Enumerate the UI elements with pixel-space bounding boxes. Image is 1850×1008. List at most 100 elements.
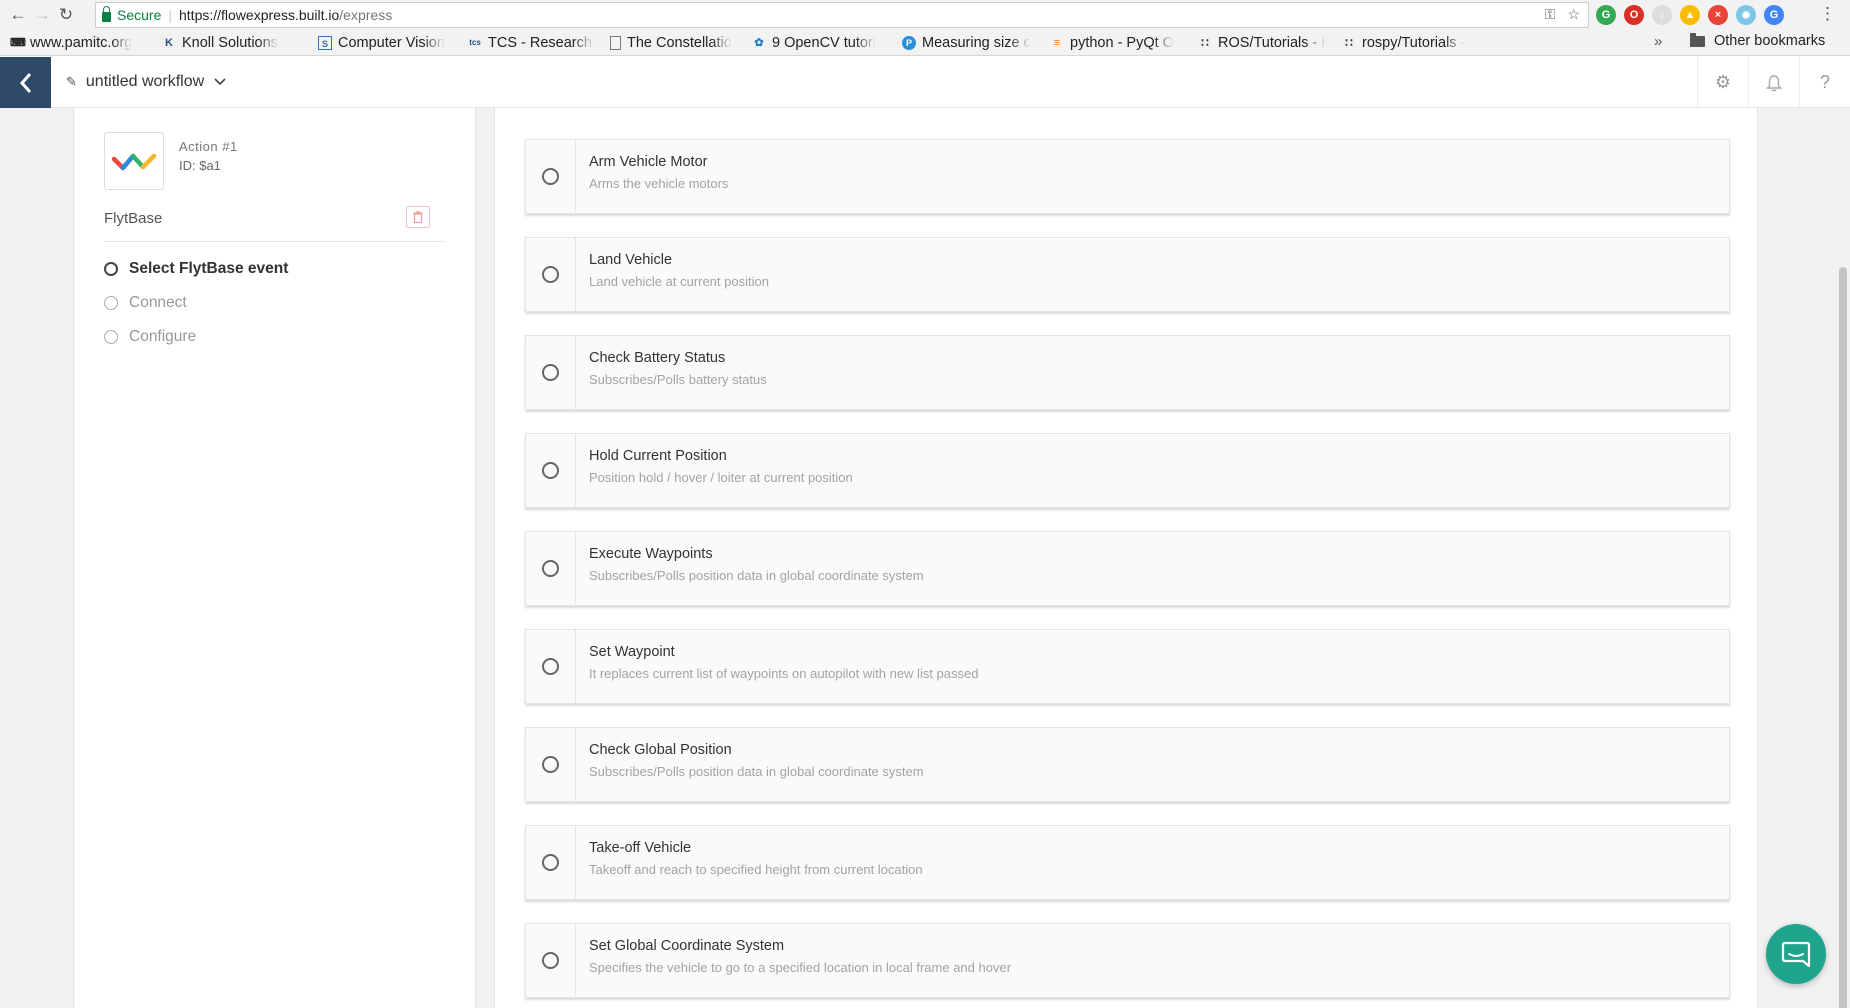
bookmark-item[interactable]: ≡ python - PyQt O xyxy=(1050,35,1182,51)
radio-column xyxy=(526,532,576,605)
forward-arrow-icon[interactable]: → xyxy=(30,3,54,27)
extension-green-icon[interactable]: G xyxy=(1596,5,1616,25)
event-option-check-battery-status[interactable]: Check Battery Status Subscribes/Polls bat… xyxy=(525,335,1730,410)
step-indicator-icon xyxy=(104,296,118,310)
radio-button[interactable] xyxy=(542,658,559,675)
extension-close-icon[interactable]: × xyxy=(1708,5,1728,25)
bookmark-item[interactable]: ✿ 9 OpenCV tutori xyxy=(752,35,886,51)
more-bookmarks-chevron-icon[interactable]: » xyxy=(1654,33,1662,50)
tcs-icon: tcs xyxy=(469,37,481,47)
extension-download-icon[interactable]: ↓ xyxy=(1652,5,1672,25)
event-option-set-global-coordinate-system[interactable]: Set Global Coordinate System Specifies th… xyxy=(525,923,1730,998)
step-connect[interactable]: Connect xyxy=(104,286,288,320)
step-label: Configure xyxy=(129,328,197,345)
radio-column xyxy=(526,924,576,997)
react-icon[interactable]: ✹ xyxy=(1736,5,1756,25)
drive-icon[interactable]: ▲ xyxy=(1680,5,1700,25)
lock-icon xyxy=(102,6,111,22)
bookmark-item[interactable]: K Knoll Solutions xyxy=(162,35,302,51)
setup-steps: Select FlytBase event Connect Configure xyxy=(104,252,288,354)
step-label: Connect xyxy=(129,294,187,311)
reload-icon[interactable]: ↻ xyxy=(54,3,78,27)
event-option-check-global-position[interactable]: Check Global Position Subscribes/Polls po… xyxy=(525,727,1730,802)
event-description: Specifies the vehicle to go to a specifi… xyxy=(589,960,1012,975)
key-icon[interactable]: ⚿ xyxy=(1545,6,1556,23)
address-bar[interactable]: Secure | https://flowexpress.built.io/ex… xyxy=(95,2,1589,28)
chat-launcher-button[interactable] xyxy=(1766,924,1826,984)
chevron-left-icon xyxy=(19,72,31,93)
radio-column xyxy=(526,630,576,703)
back-arrow-icon[interactable]: ← xyxy=(6,3,30,27)
radio-button[interactable] xyxy=(542,266,559,283)
extension-icons: G O ↓ ▲ × ✹ G xyxy=(1596,5,1784,25)
page-scrollbar[interactable] xyxy=(1836,267,1850,1008)
event-panel: Arm Vehicle Motor Arms the vehicle motors… xyxy=(494,108,1758,1008)
chat-icon xyxy=(1781,941,1811,968)
folder-icon xyxy=(1690,32,1705,47)
scrollbar-thumb[interactable] xyxy=(1839,267,1847,1008)
help-button[interactable]: ? xyxy=(1799,57,1850,108)
gear-icon: ⚙ xyxy=(1714,72,1732,92)
secure-label: Secure xyxy=(117,7,162,23)
ros-icon: ∷ xyxy=(1345,35,1353,50)
bookmark-item[interactable]: P Measuring size c xyxy=(902,35,1034,51)
action-card: Action #1 ID: $a1 FlytBase xyxy=(104,132,446,242)
radio-button[interactable] xyxy=(542,560,559,577)
bookmark-star-icon[interactable]: ☆ xyxy=(1567,6,1580,23)
ros-icon: ∷ xyxy=(1201,35,1209,50)
extension-red-icon[interactable]: O xyxy=(1624,5,1644,25)
pyimage-icon: P xyxy=(902,35,916,50)
bookmarks-bar: ⌨ www.pamitc.org K Knoll Solutions S Com… xyxy=(0,30,1850,56)
event-option-land-vehicle[interactable]: Land Vehicle Land vehicle at current posi… xyxy=(525,237,1730,312)
action-title: Action #1 xyxy=(179,139,238,154)
action-id: ID: $a1 xyxy=(179,158,221,173)
chevron-down-icon xyxy=(214,78,226,86)
bookmark-item[interactable]: ∷ rospy/Tutorials - xyxy=(1342,35,1478,51)
radio-button[interactable] xyxy=(542,952,559,969)
step-configure[interactable]: Configure xyxy=(104,320,288,354)
bookmark-label: Knoll Solutions xyxy=(182,34,278,51)
radio-button[interactable] xyxy=(542,462,559,479)
url-host: https://flowexpress.built.io xyxy=(179,7,340,23)
settings-button[interactable]: ⚙ xyxy=(1697,57,1748,108)
bookmark-label: 9 OpenCV tutori xyxy=(772,34,876,51)
workflow-title: untitled workflow xyxy=(85,73,205,90)
flytbase-logo xyxy=(104,132,164,190)
radio-column xyxy=(526,826,576,899)
opencv-icon: ✿ xyxy=(754,36,764,49)
event-description: It replaces current list of waypoints on… xyxy=(589,666,979,681)
event-option-hold-current-position[interactable]: Hold Current Position Position hold / hov… xyxy=(525,433,1730,508)
step-indicator-icon xyxy=(104,330,118,344)
event-option-execute-waypoints[interactable]: Execute Waypoints Subscribes/Polls positi… xyxy=(525,531,1730,606)
radio-button[interactable] xyxy=(542,168,559,185)
radio-button[interactable] xyxy=(542,756,559,773)
event-option-set-waypoint[interactable]: Set Waypoint It replaces current list of … xyxy=(525,629,1730,704)
radio-button[interactable] xyxy=(542,364,559,381)
bookmark-item[interactable]: tcs TCS - Research a xyxy=(468,35,594,51)
bookmark-item[interactable]: S Computer Vision xyxy=(318,35,452,51)
bookmark-label: www.pamitc.org xyxy=(30,34,133,51)
back-button[interactable] xyxy=(0,57,51,108)
radio-column xyxy=(526,434,576,507)
browser-menu-icon[interactable]: ⋮ xyxy=(1819,4,1836,24)
app-header: ✎ untitled workflow ⚙ ? xyxy=(0,57,1850,108)
event-option-arm-vehicle-motor[interactable]: Arm Vehicle Motor Arms the vehicle motors xyxy=(525,139,1730,214)
bookmark-label: ROS/Tutorials - F xyxy=(1218,34,1326,51)
translate-icon[interactable]: G xyxy=(1764,5,1784,25)
event-description: Land vehicle at current position xyxy=(589,274,769,289)
bookmark-item[interactable]: ⌨ www.pamitc.org xyxy=(10,35,146,51)
header-actions: ⚙ ? xyxy=(1697,57,1850,108)
other-bookmarks[interactable]: Other bookmarks xyxy=(1690,32,1825,49)
bookmark-item[interactable]: The Constellatio xyxy=(610,35,736,51)
pencil-icon: ✎ xyxy=(66,74,77,89)
notifications-button[interactable] xyxy=(1748,57,1799,108)
radio-button[interactable] xyxy=(542,854,559,871)
event-option-take-off-vehicle[interactable]: Take-off Vehicle Takeoff and reach to spe… xyxy=(525,825,1730,900)
event-description: Subscribes/Polls position data in global… xyxy=(589,568,924,583)
event-name: Take-off Vehicle xyxy=(589,840,692,856)
delete-action-button[interactable] xyxy=(406,206,430,228)
trash-icon xyxy=(413,211,423,223)
workflow-title-dropdown[interactable]: ✎ untitled workflow xyxy=(66,73,226,91)
bookmark-item[interactable]: ∷ ROS/Tutorials - F xyxy=(1198,35,1326,51)
step-select-event[interactable]: Select FlytBase event xyxy=(104,252,288,286)
